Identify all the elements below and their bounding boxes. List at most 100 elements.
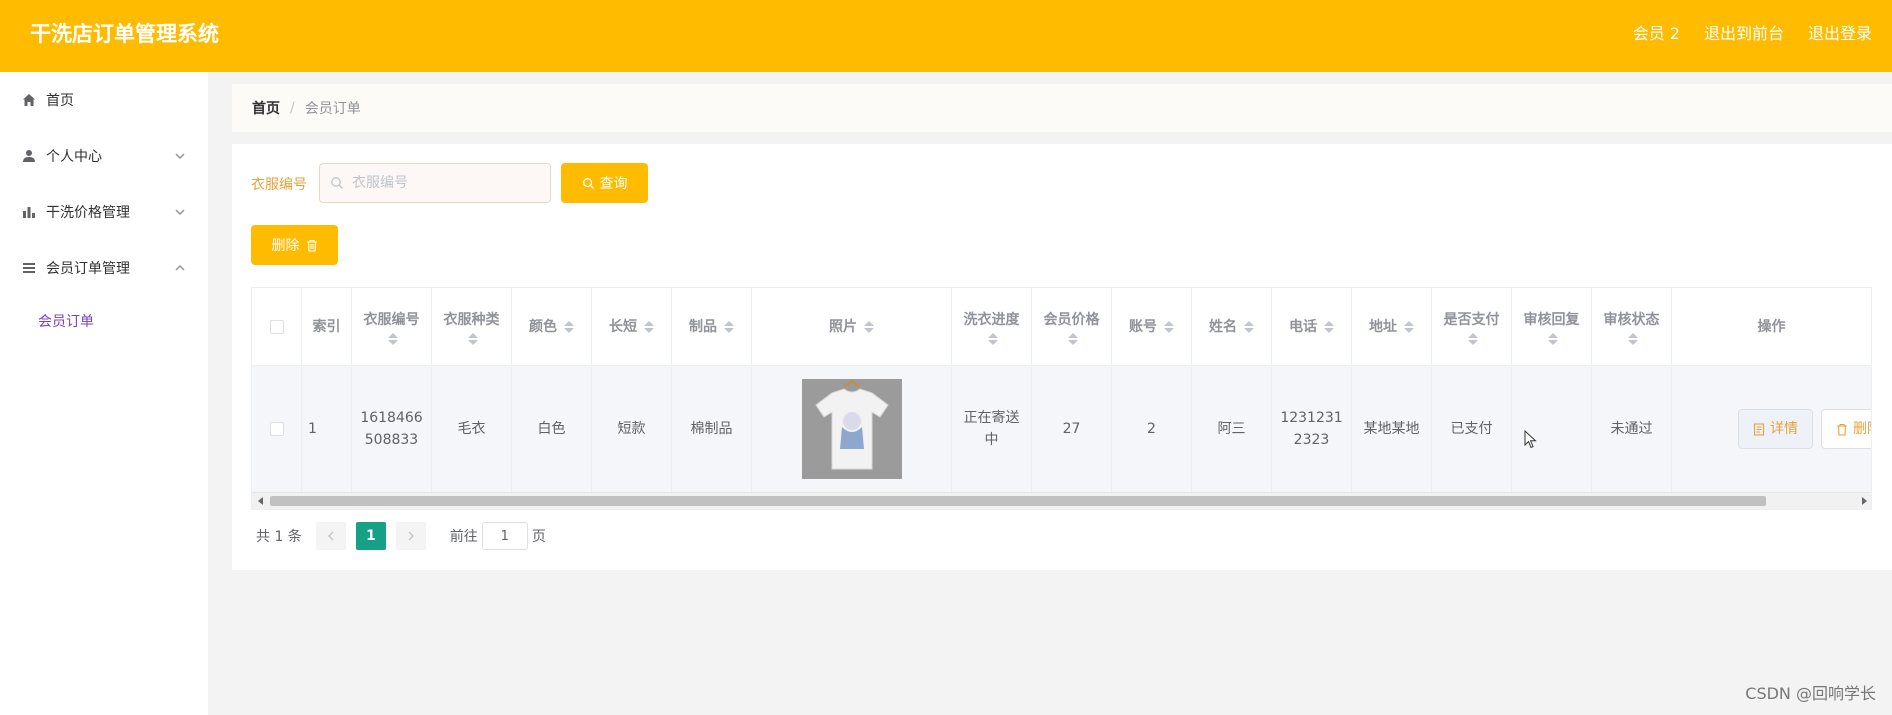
sort-caret-icon[interactable] (1324, 320, 1334, 333)
breadcrumb: 首页 / 会员订单 (232, 84, 1892, 132)
scroll-left-icon[interactable] (258, 497, 263, 505)
search-icon (582, 177, 594, 189)
column-header-label: 姓名 (1209, 318, 1237, 335)
content-card: 衣服编号 查询 删除 索引衣服编号衣服种类颜色长短制品照片洗衣进度会员价格账号姓… (232, 144, 1892, 570)
app-title: 干洗店订单管理系统 (30, 22, 219, 46)
orders-table: 索引 衣服编号 衣服种类 颜色 长短 制品 照片 洗衣进度 会员价格 账号 姓名 电话 地址 是否支付 审核… (251, 287, 1872, 510)
cell-value: 棉制品 (690, 421, 733, 437)
sidebar-item-label: 干洗价格管理 (46, 205, 130, 221)
cell-value: 毛衣 (457, 421, 486, 437)
sort-caret-icon[interactable] (724, 320, 734, 333)
column-header-label: 是否支付 (1443, 311, 1500, 328)
column-header-paid[interactable]: 是否支付 (1432, 288, 1512, 365)
column-header-inner: 审核状态 (1598, 309, 1665, 345)
sort-caret-icon[interactable] (1468, 332, 1478, 345)
breadcrumb-current: 会员订单 (304, 101, 361, 117)
search-input[interactable] (352, 175, 532, 191)
column-header-material[interactable]: 制品 (672, 288, 752, 365)
column-header-inner: 电话 (1289, 316, 1334, 338)
column-header-inner: 颜色 (529, 316, 574, 338)
search-box (319, 163, 551, 203)
column-header-progress[interactable]: 洗衣进度 (952, 288, 1032, 365)
trash-icon (306, 239, 317, 252)
select-all-checkbox[interactable] (269, 319, 284, 334)
exit-to-frontend-link[interactable]: 退出到前台 (1704, 22, 1784, 46)
cell-paid: 已支付 (1432, 366, 1512, 492)
column-header-ops: 操作 (1672, 288, 1871, 365)
cell-value: 正在寄送中 (963, 410, 1020, 448)
cell-value: 2 (1147, 421, 1156, 437)
clothes-photo[interactable] (801, 379, 902, 479)
cell-value: 短款 (617, 421, 646, 437)
sort-caret-icon[interactable] (644, 320, 654, 333)
sort-caret-icon[interactable] (1404, 320, 1414, 333)
next-page-button[interactable] (395, 522, 426, 550)
sort-caret-icon[interactable] (1628, 332, 1638, 345)
chevron-down-icon (175, 153, 185, 159)
sidebar-item-price-management[interactable]: 干洗价格管理 (0, 184, 208, 240)
sidebar-item-home[interactable]: 首页 (0, 72, 208, 128)
sort-caret-icon[interactable] (1164, 320, 1174, 333)
breadcrumb-home[interactable]: 首页 (252, 98, 280, 118)
sort-caret-icon[interactable] (1548, 332, 1558, 345)
column-header-photo[interactable]: 照片 (752, 288, 952, 365)
row-delete-button[interactable]: 删除 (1821, 409, 1871, 449)
chevron-down-icon (175, 209, 185, 215)
scroll-right-icon[interactable] (1862, 497, 1867, 505)
column-header-color[interactable]: 颜色 (512, 288, 592, 365)
sort-caret-icon[interactable] (1244, 320, 1254, 333)
row-checkbox[interactable] (269, 422, 284, 436)
column-header-address[interactable]: 地址 (1352, 288, 1432, 365)
cell-value: 未通过 (1610, 421, 1653, 437)
cell-name: 阿三 (1192, 366, 1272, 492)
column-header-price[interactable]: 会员价格 (1032, 288, 1112, 365)
column-header-inner: 账号 (1129, 316, 1174, 338)
column-header-length[interactable]: 长短 (592, 288, 672, 365)
sidebar-item-member-order-management[interactable]: 会员订单管理 (0, 240, 208, 296)
sidebar-item-personal-center[interactable]: 个人中心 (0, 128, 208, 184)
column-header-clothes_no[interactable]: 衣服编号 (352, 288, 432, 365)
sort-caret-icon[interactable] (864, 320, 874, 333)
cell-phone: 12312312323 (1272, 366, 1352, 492)
delete-button-label: 删除 (271, 237, 300, 253)
logout-link[interactable]: 退出登录 (1808, 22, 1872, 46)
cell-value: 某地某地 (1363, 421, 1420, 437)
cell-review_status: 未通过 (1592, 366, 1672, 492)
column-header-inner: 照片 (829, 316, 874, 338)
cell-value: 1618466508833 (360, 410, 423, 448)
breadcrumb-separator: / (290, 100, 295, 116)
cell-color: 白色 (512, 366, 592, 492)
sort-caret-icon[interactable] (988, 332, 998, 345)
column-header-clothes_type[interactable]: 衣服种类 (432, 288, 512, 365)
home-icon (22, 93, 36, 107)
sidebar-subitem-member-orders[interactable]: 会员订单 (0, 296, 208, 346)
sort-caret-icon[interactable] (388, 332, 398, 345)
sort-caret-icon[interactable] (468, 332, 478, 345)
delete-button[interactable]: 删除 (251, 225, 338, 265)
scrollbar-thumb[interactable] (270, 496, 1766, 506)
table-row[interactable]: 1 1618466508833 毛衣 白色 短款 棉制品 正在寄送中 27 2 阿三 1231231… (252, 366, 1871, 492)
horizontal-scrollbar[interactable] (252, 492, 1871, 509)
page-number-button[interactable]: 1 (355, 522, 386, 550)
goto-page-input[interactable] (481, 522, 528, 550)
chevron-right-icon (408, 531, 414, 541)
column-header-review_status[interactable]: 审核状态 (1592, 288, 1672, 365)
sort-caret-icon[interactable] (1068, 332, 1078, 345)
sort-caret-icon[interactable] (564, 320, 574, 333)
prev-page-button[interactable] (315, 522, 346, 550)
column-header-phone[interactable]: 电话 (1272, 288, 1352, 365)
column-header-label: 审核状态 (1603, 311, 1660, 328)
cell-address: 某地某地 (1352, 366, 1432, 492)
bar-chart-icon (22, 205, 36, 219)
column-header-label: 电话 (1289, 318, 1317, 335)
column-header-index: 索引 (302, 288, 352, 365)
column-header-review_reply[interactable]: 审核回复 (1512, 288, 1592, 365)
column-header-account[interactable]: 账号 (1112, 288, 1192, 365)
member-account-link[interactable]: 会员 2 (1633, 22, 1680, 46)
detail-button[interactable]: 详情 (1738, 409, 1813, 449)
query-button[interactable]: 查询 (561, 163, 648, 203)
sidebar-item-label: 会员订单管理 (46, 261, 130, 277)
cell-value: 27 (1062, 421, 1081, 437)
column-header-name[interactable]: 姓名 (1192, 288, 1272, 365)
cell-account: 2 (1112, 366, 1192, 492)
